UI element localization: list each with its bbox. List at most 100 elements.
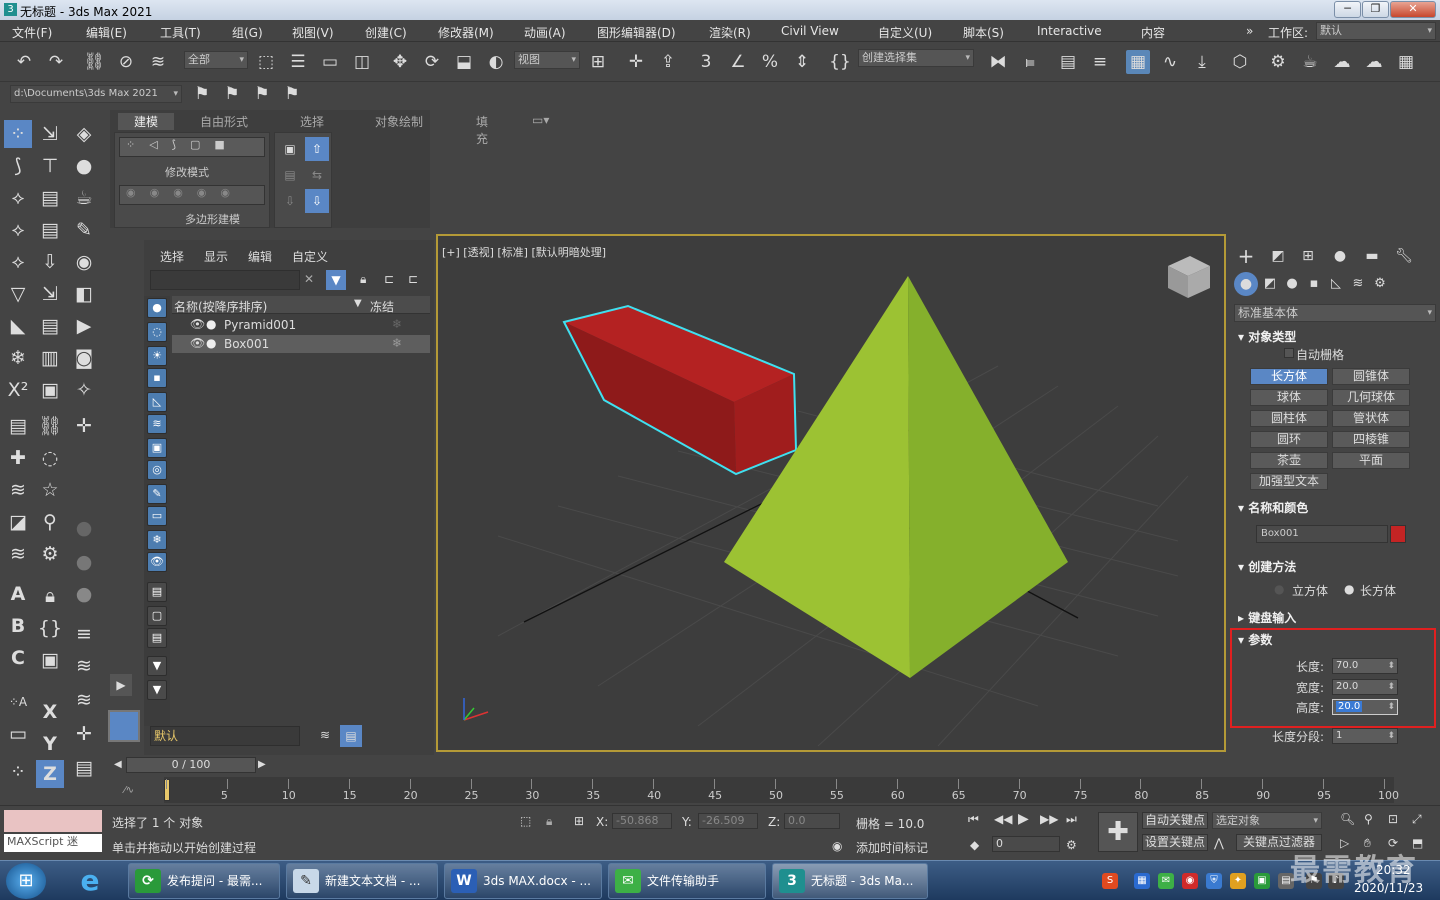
project-folder-icon[interactable]: ⚑ xyxy=(190,82,214,106)
menu-scripting[interactable]: 脚本(S) xyxy=(963,24,1004,41)
box-button[interactable]: 长方体 xyxy=(1250,368,1328,385)
nvidia-icon[interactable]: ▣ xyxy=(1254,873,1270,889)
fetch-icon[interactable]: ◈ xyxy=(70,120,98,148)
toggle-scene-explorer-icon[interactable]: ▤ xyxy=(1056,50,1080,74)
window-crossing-icon[interactable]: ◫ xyxy=(350,50,374,74)
tab-selection[interactable]: 选择 xyxy=(300,113,324,130)
filter-geometry-icon[interactable]: ● xyxy=(147,298,167,318)
reference-coord-dropdown[interactable]: 视图 xyxy=(514,51,580,69)
dot-tool-icon[interactable]: ● xyxy=(70,514,98,542)
maxscript-input[interactable]: MAXScript 迷 xyxy=(4,834,102,852)
scene-menu-customize[interactable]: 自定义 xyxy=(292,248,328,265)
teapot-icon[interactable]: ☕ xyxy=(70,184,98,212)
key-mode-icon[interactable]: ◆ xyxy=(970,838,979,852)
cameras-cat-icon[interactable]: ▪ xyxy=(1302,272,1326,296)
filter-funnel-icon[interactable]: ▼ xyxy=(147,656,167,676)
torus-tool-icon[interactable]: ◌ xyxy=(36,444,64,472)
move-icon[interactable]: ✥ xyxy=(388,50,412,74)
lock-icon[interactable]: 🔒︎ xyxy=(36,582,64,610)
tab-object-paint[interactable]: 对象绘制 xyxy=(375,113,423,130)
creation-method-rollout[interactable]: ▾ 创建方法 xyxy=(1238,558,1428,576)
expand-tree-icon[interactable]: ⊏ xyxy=(408,272,418,286)
workspace-dropdown[interactable]: 默认 xyxy=(1316,22,1436,40)
stack4-icon[interactable]: ≋ xyxy=(70,652,98,680)
taskbar-item[interactable]: ⟳ 发布提问 - 最需... xyxy=(128,863,280,899)
scene-row-selected[interactable]: 👁︎ ● Box001 ❄ xyxy=(172,335,430,353)
shapes-icon[interactable]: ● xyxy=(70,152,98,180)
stack3-icon[interactable]: ≡ xyxy=(70,620,98,648)
collapse-icon[interactable]: ⇩ xyxy=(278,189,302,213)
time-slider[interactable]: 0 / 100 xyxy=(126,757,256,773)
cylinder-button[interactable]: 圆柱体 xyxy=(1250,410,1328,427)
link-icon[interactable]: ⛓ xyxy=(82,50,106,74)
tray-app-icon[interactable]: ✦ xyxy=(1230,873,1246,889)
filter-invert-icon[interactable]: ▤ xyxy=(147,628,167,648)
curve-editor-icon[interactable]: ∿ xyxy=(1158,50,1182,74)
start-button-icon[interactable]: ⊞ xyxy=(6,863,46,899)
text-a-icon[interactable]: A xyxy=(4,580,32,608)
maxscript-listener-pink[interactable] xyxy=(4,810,102,832)
key-filter-icon[interactable]: ⋀ xyxy=(1214,836,1224,850)
wechat-tray-icon[interactable]: ✉ xyxy=(1158,873,1174,889)
prev-key-icon[interactable]: ◀◀ xyxy=(994,812,1012,826)
network-icon[interactable]: ▦ xyxy=(1134,873,1150,889)
length-segs-spinner[interactable]: 1 xyxy=(1332,728,1398,744)
percent-snap-icon[interactable]: % xyxy=(758,50,782,74)
ribbon-toggle-icon[interactable]: ▦ xyxy=(1126,50,1150,74)
schematic-view-icon[interactable]: ⤓ xyxy=(1190,50,1214,74)
preserve-uv-icon[interactable]: ▤ xyxy=(278,163,302,187)
render-dot-icon[interactable]: ● xyxy=(206,317,216,331)
layer-explorer-icon[interactable]: ≡ xyxy=(1088,50,1112,74)
select-tool-icon[interactable]: ⁘ xyxy=(4,120,32,148)
object-name-input[interactable]: Box001 xyxy=(1256,525,1388,543)
menu-group[interactable]: 组(G) xyxy=(232,24,263,41)
eye-icon[interactable]: 👁︎ xyxy=(190,336,205,350)
menu-tools[interactable]: 工具(T) xyxy=(160,24,201,41)
dots-a-icon[interactable]: ⁘A xyxy=(4,688,32,716)
lock-doc-icon[interactable]: ▣ xyxy=(36,646,64,674)
geometry-icon[interactable]: ● xyxy=(1234,272,1258,296)
filter-groups-icon[interactable]: ▣ xyxy=(147,438,167,458)
layer-dropdown[interactable]: 默认 xyxy=(150,726,300,746)
unlink-icon[interactable]: ⊘ xyxy=(114,50,138,74)
material-editor-icon[interactable]: ⬡ xyxy=(1228,50,1252,74)
plus2-icon[interactable]: ✛ xyxy=(70,720,98,748)
star-tool-icon[interactable]: ☆ xyxy=(36,476,64,504)
play-icon[interactable]: ▶ xyxy=(1018,811,1029,827)
add-layer-icon[interactable]: ✚ xyxy=(4,444,32,472)
polygon-select-icon[interactable]: ▽ xyxy=(4,280,32,308)
filter-xrefs-icon[interactable]: ◎ xyxy=(147,460,167,480)
systems-cat-icon[interactable]: ⚙ xyxy=(1368,272,1392,296)
column-freeze[interactable]: 冻结 xyxy=(370,298,394,315)
pivot-tool-icon[interactable]: ⇲ xyxy=(36,280,64,308)
curve-toggle-icon[interactable]: ⁄∿ xyxy=(124,785,134,796)
axis-y-icon[interactable]: Y xyxy=(36,730,64,758)
link-tool-icon[interactable]: ⛓ xyxy=(36,412,64,440)
menu-rendering[interactable]: 渲染(R) xyxy=(709,24,751,41)
hold-icon[interactable]: ⊤ xyxy=(36,152,64,180)
select-by-name-icon[interactable]: ☰ xyxy=(286,50,310,74)
mirror-icon[interactable]: ⧓ xyxy=(986,50,1010,74)
set-key-icon[interactable]: ✚ xyxy=(1098,812,1138,852)
antivirus-icon[interactable]: ◉ xyxy=(1182,873,1198,889)
light-tool-icon[interactable]: ✧ xyxy=(70,376,98,404)
taskbar-item[interactable]: W 3ds MAX.docx - ... xyxy=(444,863,602,899)
shapes-cat-icon[interactable]: ◩ xyxy=(1258,272,1282,296)
menu-modifiers[interactable]: 修改器(M) xyxy=(438,24,494,41)
width-spinner[interactable]: 20.0 xyxy=(1332,679,1398,695)
close-button[interactable]: ✕ xyxy=(1390,1,1436,18)
rendered-frame-window-icon[interactable]: ☕ xyxy=(1298,50,1322,74)
align-icon[interactable]: ⫢ xyxy=(1018,50,1042,74)
time-tag-icon[interactable]: ◉ xyxy=(832,839,842,853)
render-dot-icon[interactable]: ● xyxy=(206,336,216,350)
current-frame-field[interactable]: 0 xyxy=(992,836,1060,852)
save-project-icon[interactable]: ⚑ xyxy=(250,82,274,106)
y-coord-field[interactable]: -26.509 xyxy=(698,813,758,829)
undo-icon[interactable]: ↶ xyxy=(12,50,36,74)
spinner-snap-icon[interactable]: ⇕ xyxy=(790,50,814,74)
object-color-swatch[interactable] xyxy=(1390,525,1406,543)
redo-icon[interactable]: ↷ xyxy=(44,50,68,74)
ribbon-tool-icon[interactable]: ▤ xyxy=(36,184,64,212)
layer-stack-icon[interactable]: ≋ xyxy=(320,728,330,742)
region-icon[interactable]: ⟡ xyxy=(4,216,32,244)
